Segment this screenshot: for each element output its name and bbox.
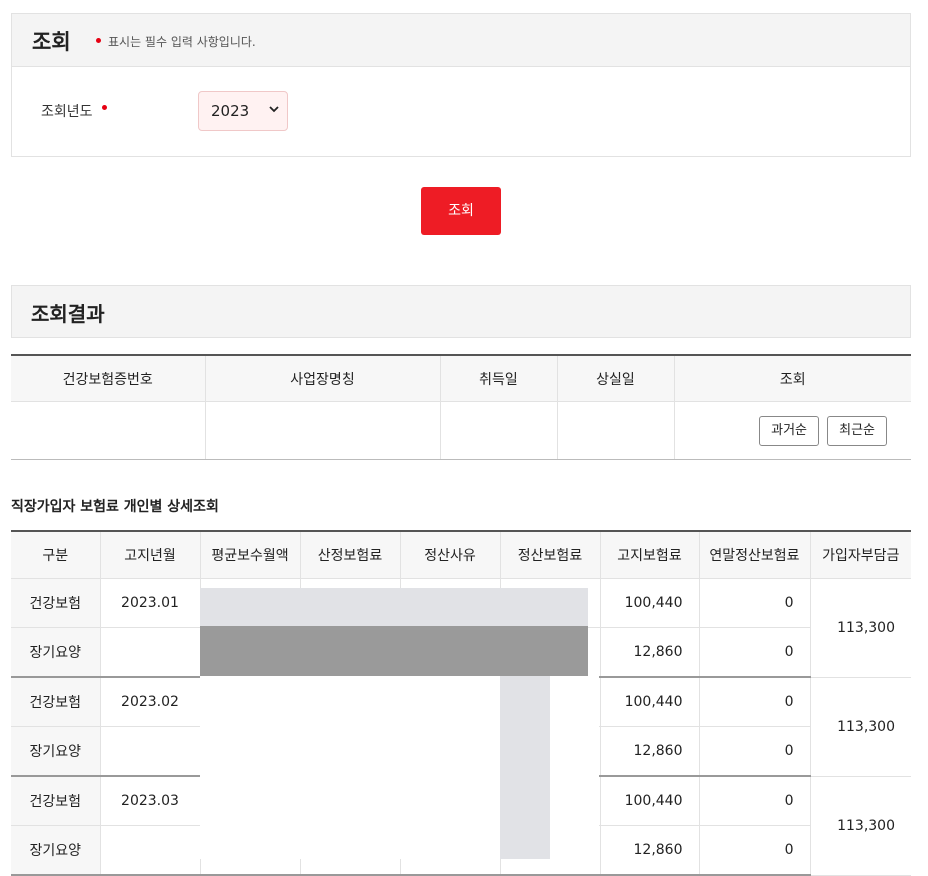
cell-notice-month: 2023.02 <box>99 677 200 727</box>
cell-notice-premium: 100,440 <box>599 677 699 727</box>
required-dot-icon <box>96 38 101 43</box>
col-settlement-premium: 정산보험료 <box>499 530 600 579</box>
cell-category: 건강보험 <box>11 776 100 826</box>
cell-notice-premium: 100,440 <box>599 776 699 826</box>
cell-loss-date <box>556 401 674 460</box>
search-button[interactable]: 조회 <box>421 187 501 235</box>
year-label: 조회년도 <box>41 104 93 120</box>
redaction-mask <box>500 676 550 859</box>
cell-yearend-premium: 0 <box>698 726 810 777</box>
table-row: 과거순 최근순 <box>11 401 911 460</box>
search-title: 조회 <box>32 30 71 54</box>
redaction-mask <box>550 676 599 859</box>
cell-notice-month <box>99 726 200 777</box>
col-subscriber-share: 가입자부담금 <box>809 530 911 579</box>
cell-yearend-premium: 0 <box>698 627 810 678</box>
col-insurance-number: 건강보험증번호 <box>11 354 205 402</box>
cell-category: 장기요양 <box>11 726 100 777</box>
cell-notice-month <box>99 627 200 678</box>
redaction-mask <box>200 626 588 676</box>
required-dot-icon <box>102 105 107 110</box>
cell-subscriber-share: 113,300 <box>809 776 911 876</box>
cell-view: 과거순 최근순 <box>673 401 911 460</box>
sort-newest-button[interactable]: 최근순 <box>827 415 887 446</box>
redaction-mask <box>200 676 500 859</box>
search-panel-body: 조회년도 2023 <box>11 66 911 157</box>
cell-category: 장기요양 <box>11 825 100 876</box>
col-yearend-premium: 연말정산보험료 <box>698 530 810 579</box>
cell-notice-premium: 100,440 <box>599 578 699 628</box>
cell-notice-month <box>99 825 200 876</box>
cell-notice-month: 2023.01 <box>99 578 200 628</box>
col-view: 조회 <box>673 354 911 402</box>
search-panel-header: 조회 표시는 필수 입력 사항입니다. <box>11 13 911 66</box>
cell-acquire-date <box>439 401 557 460</box>
col-category: 구분 <box>11 530 100 579</box>
cell-category: 장기요양 <box>11 627 100 678</box>
col-workplace-name: 사업장명칭 <box>204 354 440 402</box>
cell-workplace-name <box>204 401 440 460</box>
col-notice-premium: 고지보험료 <box>599 530 699 579</box>
cell-insurance-number <box>11 401 205 460</box>
col-settlement-reason: 정산사유 <box>399 530 500 579</box>
chevron-down-icon <box>269 106 279 113</box>
cell-yearend-premium: 0 <box>698 578 810 628</box>
cell-subscriber-share: 113,300 <box>809 677 911 777</box>
cell-subscriber-share: 113,300 <box>809 578 911 678</box>
year-select[interactable]: 2023 <box>198 91 288 131</box>
col-calculated-premium: 산정보험료 <box>299 530 400 579</box>
detail-section-title: 직장가입자 보험료 개인별 상세조회 <box>11 499 219 515</box>
required-note: 표시는 필수 입력 사항입니다. <box>108 35 256 49</box>
results-header: 조회결과 <box>11 285 911 338</box>
cell-notice-premium: 12,860 <box>599 627 699 678</box>
col-acquire-date: 취득일 <box>439 354 557 402</box>
sort-oldest-button[interactable]: 과거순 <box>759 415 820 446</box>
cell-yearend-premium: 0 <box>698 776 810 826</box>
results-table: 건강보험증번호 사업장명칭 취득일 상실일 조회 과거순 최근순 <box>11 354 911 460</box>
cell-yearend-premium: 0 <box>698 825 810 876</box>
col-loss-date: 상실일 <box>556 354 674 402</box>
cell-yearend-premium: 0 <box>698 677 810 727</box>
cell-notice-month: 2023.03 <box>99 776 200 826</box>
col-notice-month: 고지년월 <box>99 530 200 579</box>
year-select-value: 2023 <box>211 102 250 120</box>
results-title: 조회결과 <box>31 302 105 326</box>
cell-category: 건강보험 <box>11 677 100 727</box>
col-avg-salary: 평균보수월액 <box>199 530 300 579</box>
redaction-mask <box>200 588 588 626</box>
cell-notice-premium: 12,860 <box>599 726 699 777</box>
cell-category: 건강보험 <box>11 578 100 628</box>
cell-notice-premium: 12,860 <box>599 825 699 876</box>
